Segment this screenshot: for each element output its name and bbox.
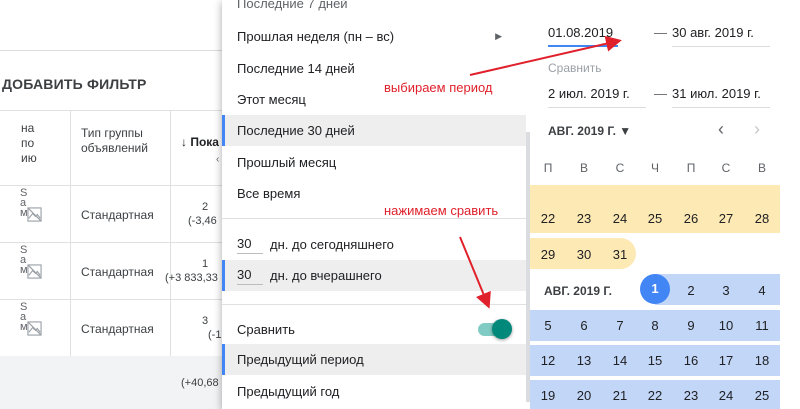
- ad-group-type-cell: Стандартная: [81, 208, 154, 222]
- compare-range-band: [530, 185, 780, 202]
- menu-divider: [222, 304, 526, 305]
- compare-end-input[interactable]: 31 июл. 2019 г.: [672, 86, 770, 108]
- start-date-input[interactable]: 01.08.2019: [548, 25, 618, 47]
- annotation-select-period: выбираем период: [384, 80, 493, 95]
- calendar-panel: 01.08.2019 — 30 авг. 2019 г. Сравнить 2 …: [530, 0, 800, 409]
- calendar-day[interactable]: 22: [638, 388, 672, 403]
- compare-toggle[interactable]: [478, 318, 512, 340]
- calendar-day[interactable]: 16: [674, 353, 708, 368]
- days-to-today-input[interactable]: 30: [237, 236, 263, 254]
- image-placeholder-icon: [27, 207, 42, 222]
- calendar-day[interactable]: 25: [638, 211, 672, 226]
- calendar-day[interactable]: 28: [745, 211, 779, 226]
- column-header-ad-group-type[interactable]: Тип группы объявлений: [81, 126, 171, 156]
- metric-delta-cell: (-3,46: [188, 215, 217, 227]
- column-sort-tick: ‹: [216, 154, 220, 165]
- weekday-header: С: [721, 161, 731, 175]
- weekday-header: П: [686, 161, 696, 175]
- image-placeholder-icon: [27, 321, 42, 336]
- annotation-press-compare: нажимаем сравить: [384, 203, 499, 218]
- image-placeholder-icon: [27, 264, 42, 279]
- calendar-day[interactable]: 30: [567, 247, 601, 262]
- date-range-dash: —: [654, 25, 667, 40]
- calendar-day[interactable]: 25: [745, 388, 779, 403]
- calendar-day[interactable]: 17: [709, 353, 743, 368]
- compare-start-input[interactable]: 2 июл. 2019 г.: [548, 86, 646, 108]
- calendar-day[interactable]: 26: [674, 211, 708, 226]
- compare-option-previous-year[interactable]: Предыдущий год: [222, 376, 526, 407]
- calendar-day[interactable]: 11: [745, 318, 779, 333]
- calendar-day[interactable]: 29: [531, 247, 565, 262]
- calendar-day[interactable]: 23: [567, 211, 601, 226]
- compare-option-previous-period[interactable]: Предыдущий период: [222, 344, 526, 375]
- calendar-day[interactable]: 24: [603, 211, 637, 226]
- add-filter-button[interactable]: ДОБАВИТЬ ФИЛЬТР: [2, 76, 147, 92]
- prev-month-chevron-icon[interactable]: ‹: [718, 119, 724, 140]
- calendar-day[interactable]: 8: [638, 318, 672, 333]
- compare-caption: Сравнить: [548, 61, 602, 75]
- calendar-day[interactable]: 15: [638, 353, 672, 368]
- calendar-day[interactable]: 7: [603, 318, 637, 333]
- calendar-day[interactable]: 5: [531, 318, 565, 333]
- days-to-yesterday-label: дн. до вчерашнего: [270, 268, 382, 283]
- menu-item-last-week[interactable]: Прошлая неделя (пн – вс) ▶: [222, 21, 526, 52]
- calendar-day[interactable]: 9: [674, 318, 708, 333]
- calendar-day[interactable]: 13: [567, 353, 601, 368]
- column-header-metric-sorted[interactable]: ↓ Пока: [181, 135, 219, 149]
- ad-group-type-cell: Стандартная: [81, 322, 154, 336]
- metric-delta-cell: (-1: [208, 329, 222, 341]
- weekday-header: С: [615, 161, 625, 175]
- metric-value-cell: 1: [202, 258, 209, 270]
- calendar-day[interactable]: 10: [709, 318, 743, 333]
- days-to-today-label: дн. до сегодняшнего: [270, 237, 394, 252]
- metric-value-cell: 2: [202, 201, 209, 213]
- days-to-yesterday-input[interactable]: 30: [237, 267, 263, 285]
- calendar-day[interactable]: 12: [531, 353, 565, 368]
- calendar-day[interactable]: 4: [745, 283, 779, 298]
- menu-item-last-month[interactable]: Прошлый месяц: [222, 147, 526, 178]
- calendar-day[interactable]: 3: [709, 283, 743, 298]
- month-selector-dropdown[interactable]: АВГ. 2019 Г. ▼: [548, 124, 631, 138]
- calendar-day-selected[interactable]: 1: [640, 274, 670, 304]
- next-month-chevron-icon[interactable]: ›: [754, 119, 760, 140]
- calendar-day[interactable]: 21: [603, 388, 637, 403]
- metric-delta-cell: (+3 833,33: [165, 272, 218, 284]
- end-date-input[interactable]: 30 авг. 2019 г.: [672, 25, 770, 47]
- calendar-day[interactable]: 20: [567, 388, 601, 403]
- calendar-day[interactable]: 19: [531, 388, 565, 403]
- calendar-day[interactable]: 27: [709, 211, 743, 226]
- weekday-header: В: [757, 161, 766, 175]
- calendar-day[interactable]: 18: [745, 353, 779, 368]
- weekday-header: Ч: [651, 161, 659, 175]
- menu-item-label: Прошлая неделя (пн – вс): [237, 29, 395, 44]
- menu-item-last-30-days[interactable]: Последние 30 дней: [222, 115, 526, 146]
- calendar-day[interactable]: 14: [603, 353, 637, 368]
- weekday-header: П: [543, 161, 553, 175]
- days-to-yesterday-row[interactable]: 30 дн. до вчерашнего: [222, 260, 526, 291]
- compare-range-dash: —: [654, 86, 667, 101]
- calendar-day[interactable]: 23: [674, 388, 708, 403]
- ad-group-type-cell: Стандартная: [81, 265, 154, 279]
- compare-label: Сравнить: [237, 322, 295, 337]
- submenu-arrow-icon: ▶: [495, 31, 502, 41]
- days-to-today-row[interactable]: 30 дн. до сегодняшнего: [222, 229, 526, 260]
- menu-divider: [222, 218, 526, 219]
- metric-delta-cell: (+40,68: [181, 377, 219, 389]
- metric-value-cell: 3: [202, 315, 209, 327]
- month-label: АВГ. 2019 Г.: [544, 284, 612, 298]
- column-header-partial[interactable]: на по ию: [21, 121, 41, 166]
- calendar-day[interactable]: 24: [709, 388, 743, 403]
- calendar-day[interactable]: 6: [567, 318, 601, 333]
- calendar-day[interactable]: 2: [674, 283, 708, 298]
- calendar-day[interactable]: 31: [603, 247, 637, 262]
- compare-toggle-knob: [492, 319, 512, 339]
- menu-item-last-7-days[interactable]: Последние 7 дней: [222, 0, 526, 19]
- weekday-header: В: [579, 161, 588, 175]
- calendar-day[interactable]: 22: [531, 211, 565, 226]
